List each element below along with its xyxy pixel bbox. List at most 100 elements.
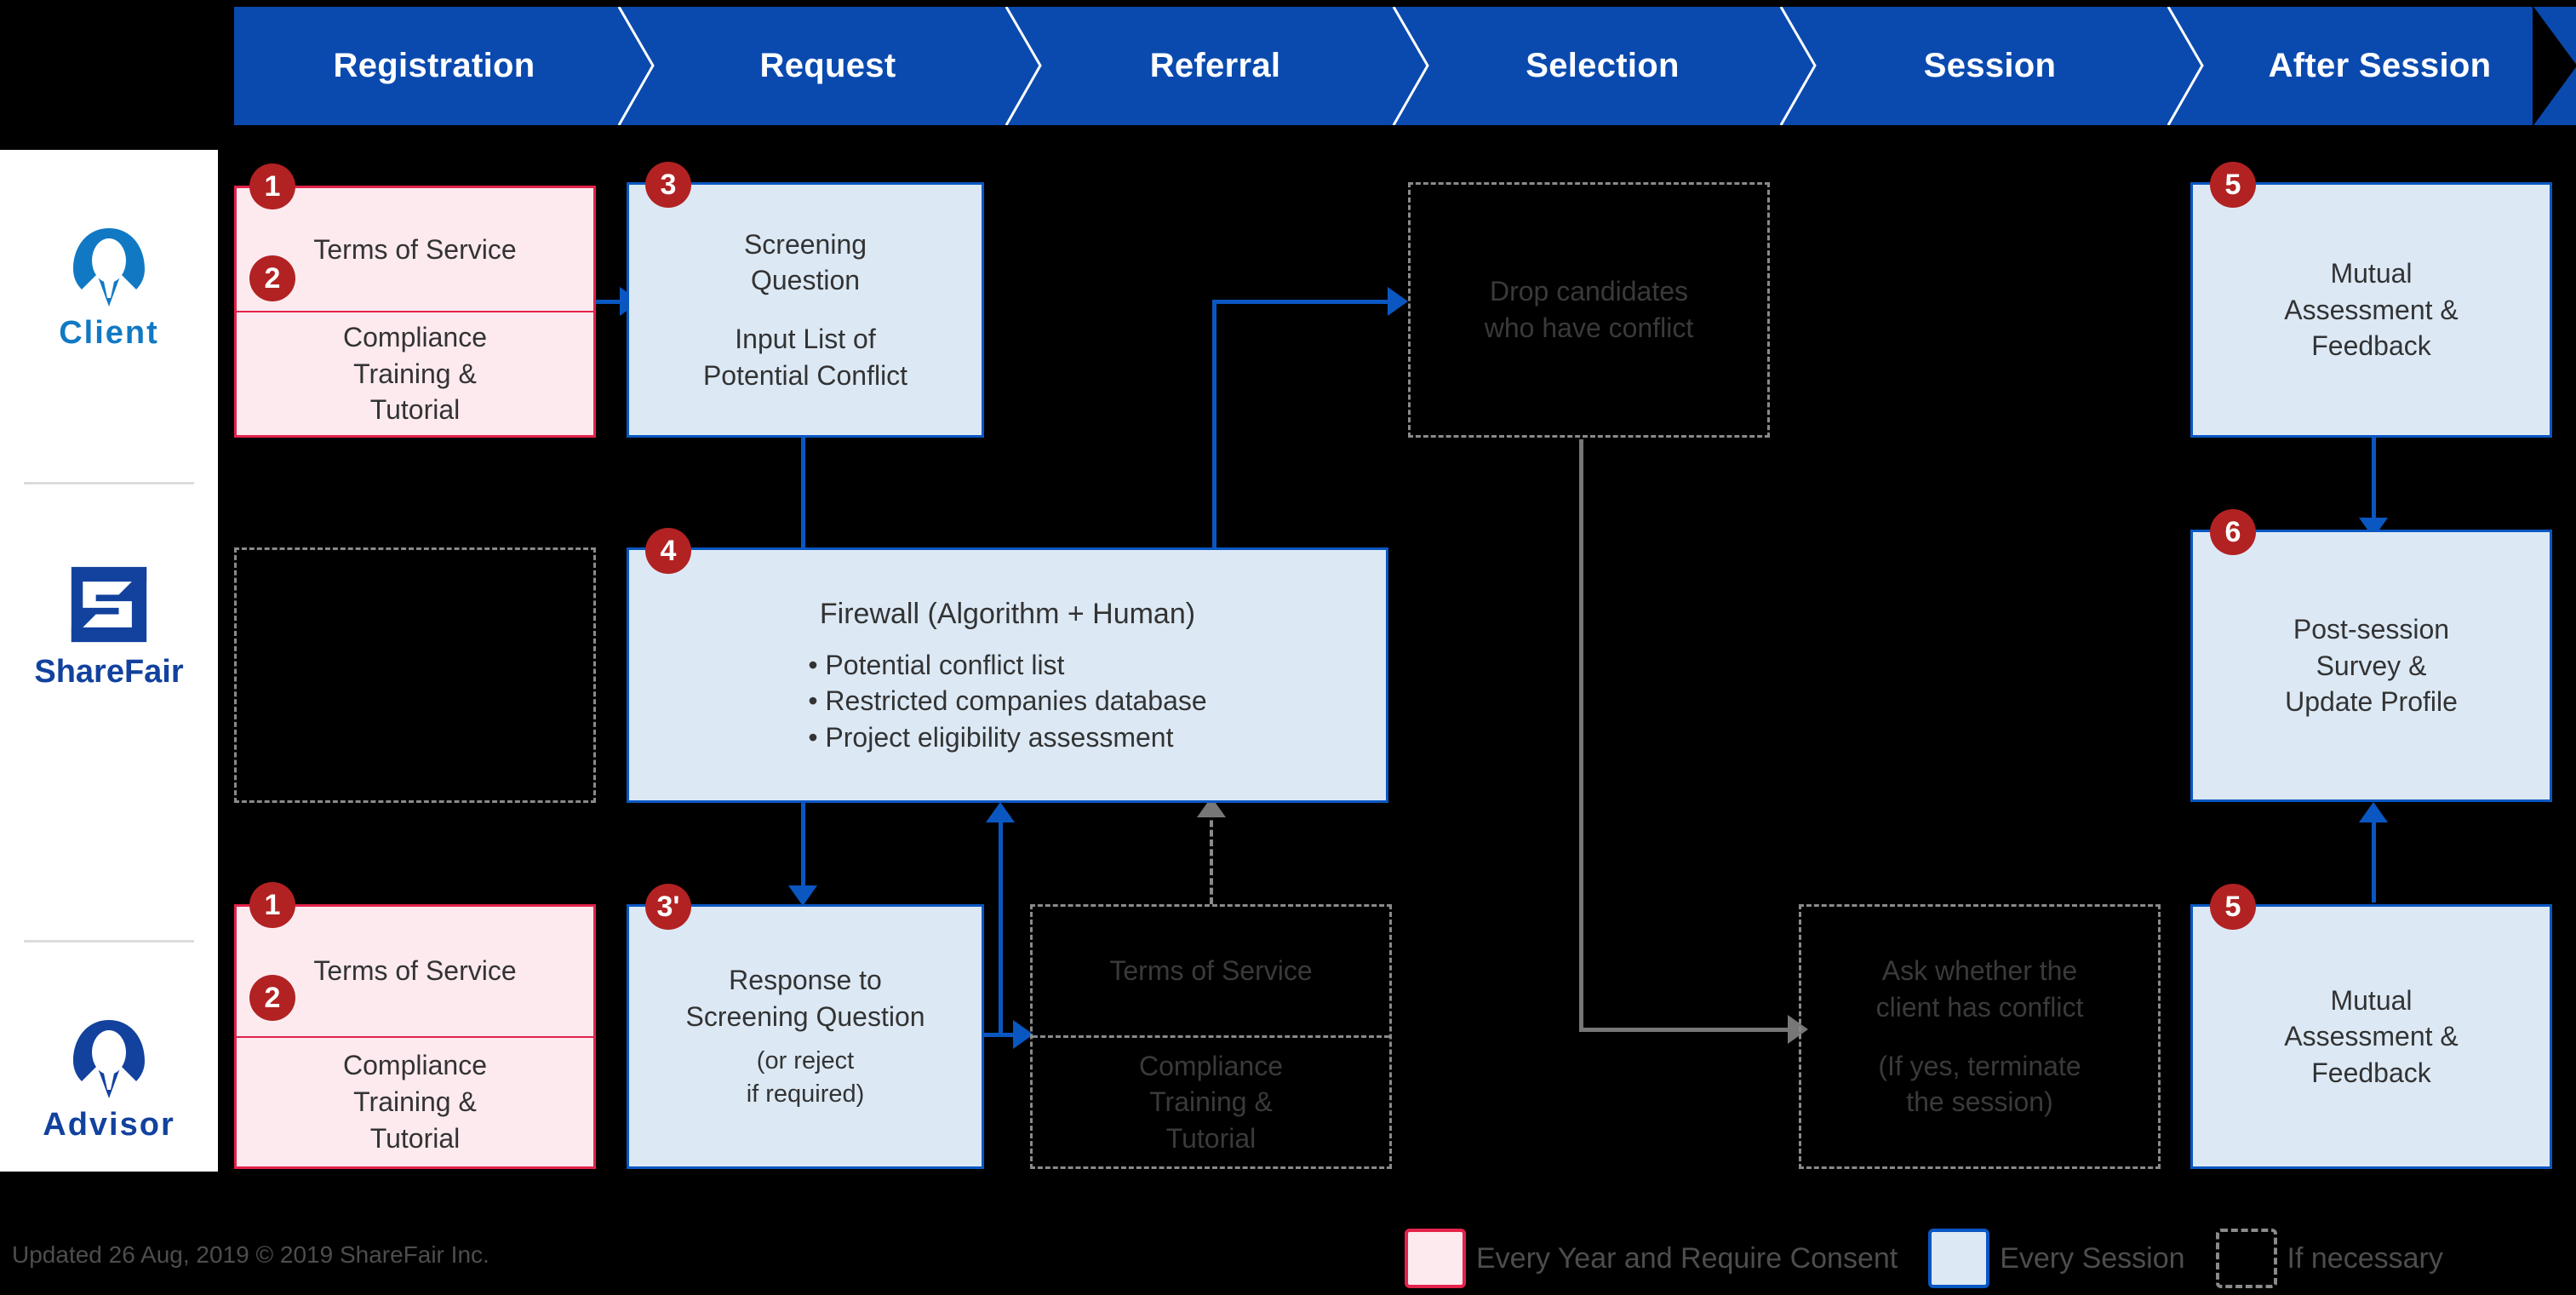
person-advisor-icon: [73, 1019, 145, 1098]
node-line: Tutorial: [369, 1122, 461, 1154]
stage-label: After Session: [2268, 47, 2492, 84]
node-line: Input List of: [735, 324, 876, 354]
node-firewall[interactable]: Firewall (Algorithm + Human) • Potential…: [627, 547, 1388, 803]
stage-segment-referral[interactable]: Referral: [1022, 7, 1409, 125]
node-advisor-registration[interactable]: Terms of Service Compliance Training & T…: [234, 904, 596, 1169]
sharefair-logo-icon: [71, 566, 147, 642]
node-post-session[interactable]: Post-session Survey & Update Profile: [2190, 530, 2552, 802]
stage-ribbon: Registration Request Referral Selection …: [234, 7, 2576, 125]
step-badge-6: 6: [2210, 509, 2256, 555]
node-section-compliance: Compliance Training & Tutorial: [1033, 1038, 1389, 1166]
node-section-compliance: Compliance Training & Tutorial: [237, 1038, 593, 1167]
legend-item-if-necessary: If necessary: [2215, 1229, 2443, 1288]
connector-response-corner: [999, 948, 1003, 1034]
arrow-head-down: [788, 885, 817, 906]
legend-swatch-dashed: [2215, 1229, 2277, 1288]
actor-label: Client: [59, 314, 159, 351]
stage-label: Request: [759, 47, 896, 84]
node-line: Training &: [1149, 1086, 1273, 1118]
node-text: Compliance Training & Tutorial: [1139, 1048, 1283, 1157]
node-line: Response to: [729, 965, 882, 996]
node-text: Mutual Assessment & Feedback: [2284, 255, 2459, 364]
step-badge-3-prime: 3': [645, 884, 691, 930]
node-line: client has conflict: [1875, 991, 2084, 1023]
node-sharefair-registration-placeholder: [234, 547, 596, 803]
node-text: Drop candidates who have conflict: [1485, 273, 1693, 346]
node-line: Assessment &: [2284, 1021, 2459, 1052]
node-line: Compliance: [343, 1050, 487, 1081]
node-text: Compliance Training & Tutorial: [343, 1047, 487, 1156]
node-line: Post-session: [2293, 614, 2450, 645]
stage-label: Referral: [1149, 47, 1281, 84]
node-bullet-list: • Potential conflict list • Restricted c…: [808, 647, 1206, 756]
legend-label: Every Session: [2000, 1241, 2185, 1275]
stage-label: Session: [1923, 47, 2057, 84]
node-section-terms: Terms of Service: [1033, 907, 1389, 1035]
legend-item-every-session: Every Session: [1928, 1229, 2185, 1288]
node-line: Feedback: [2311, 1057, 2431, 1088]
connector-request-to-firewall: [801, 438, 805, 548]
node-line: Screening Question: [685, 1000, 925, 1032]
stage-segment-registration[interactable]: Registration: [234, 7, 634, 125]
legend-label: Every Year and Require Consent: [1476, 1241, 1898, 1275]
node-client-after-session[interactable]: Mutual Assessment & Feedback: [2190, 182, 2552, 438]
node-referral-compliance[interactable]: Terms of Service Compliance Training & T…: [1030, 904, 1392, 1169]
node-line: who have conflict: [1484, 312, 1694, 343]
node-line: Potential Conflict: [702, 359, 908, 391]
node-client-registration[interactable]: Terms of Service Compliance Training & T…: [234, 186, 596, 438]
stage-segment-request[interactable]: Request: [634, 7, 1022, 125]
stage-segment-after-session[interactable]: After Session: [2184, 7, 2576, 125]
legend-swatch-pink: [1405, 1229, 1466, 1288]
node-client-request[interactable]: Screening Question Input List of Potenti…: [627, 182, 984, 438]
actor-advisor: Advisor: [0, 950, 218, 1206]
node-bullet: • Potential conflict list: [808, 649, 1065, 680]
node-text: Mutual Assessment & Feedback: [2284, 983, 2459, 1092]
node-text: Terms of Service: [313, 955, 517, 987]
node-line: (If yes, terminate: [1878, 1050, 2081, 1081]
node-drop-candidates[interactable]: Drop candidates who have conflict: [1408, 182, 1770, 438]
connector-advisor-feedback-to-postsession: [2372, 817, 2376, 902]
step-badge-2: 2: [249, 255, 295, 301]
connector-firewall-to-drop-vertical: [1212, 300, 1216, 548]
step-badge-3: 3: [645, 162, 691, 208]
node-line: Assessment &: [2284, 294, 2459, 325]
step-badge-5-advisor: 5: [2210, 884, 2256, 930]
node-advisor-after-session[interactable]: Mutual Assessment & Feedback: [2190, 904, 2552, 1169]
node-line: Screening: [743, 228, 867, 260]
stage-segment-selection[interactable]: Selection: [1409, 7, 1796, 125]
node-text: Compliance Training & Tutorial: [343, 319, 487, 428]
node-section-terms: Terms of Service: [237, 907, 593, 1036]
node-line: Update Profile: [2285, 686, 2458, 718]
node-line: Drop candidates: [1489, 276, 1689, 307]
arrow-head-up: [986, 802, 1015, 822]
actor-label: Advisor: [43, 1106, 175, 1143]
rail-divider: [24, 482, 194, 484]
node-line: Tutorial: [1165, 1122, 1257, 1154]
node-advisor-response[interactable]: Response to Screening Question (or rejec…: [627, 904, 984, 1169]
step-badge-1: 1: [249, 163, 295, 209]
node-text-primary: Response to Screening Question: [685, 962, 924, 1034]
node-text-secondary: Input List of Potential Conflict: [703, 321, 907, 393]
node-text: Post-session Survey & Update Profile: [2285, 611, 2458, 720]
actor-label: ShareFair: [34, 653, 184, 690]
node-line: Mutual: [2330, 984, 2413, 1016]
node-line: Mutual: [2330, 258, 2413, 289]
node-bullet: • Project eligibility assessment: [808, 721, 1174, 753]
stage-label: Selection: [1526, 47, 1680, 84]
node-text-primary: Screening Question: [744, 226, 867, 299]
connector-firewall-to-drop-horizontal: [1212, 300, 1400, 304]
node-title: Firewall (Algorithm + Human): [819, 597, 1196, 630]
step-badge-2-advisor: 2: [249, 975, 295, 1021]
actor-client: Client: [0, 158, 218, 414]
node-line: Question: [750, 265, 861, 296]
node-ask-conflict[interactable]: Ask whether the client has conflict (If …: [1799, 904, 2161, 1169]
legend: Every Year and Require Consent Every Ses…: [1405, 1229, 2474, 1288]
connector-response-to-firewall-up: [999, 809, 1003, 952]
stage-segment-session[interactable]: Session: [1796, 7, 2184, 125]
node-text-secondary: (If yes, terminate the session): [1878, 1048, 2081, 1120]
arrow-head-right: [1388, 287, 1408, 316]
actor-rail: Client ShareFair Advisor: [0, 150, 218, 1172]
footer-credit: Updated 26 Aug, 2019 © 2019 ShareFair In…: [12, 1241, 489, 1268]
node-text-primary: Ask whether the client has conflict: [1876, 953, 2084, 1025]
step-badge-5-client: 5: [2210, 162, 2256, 208]
